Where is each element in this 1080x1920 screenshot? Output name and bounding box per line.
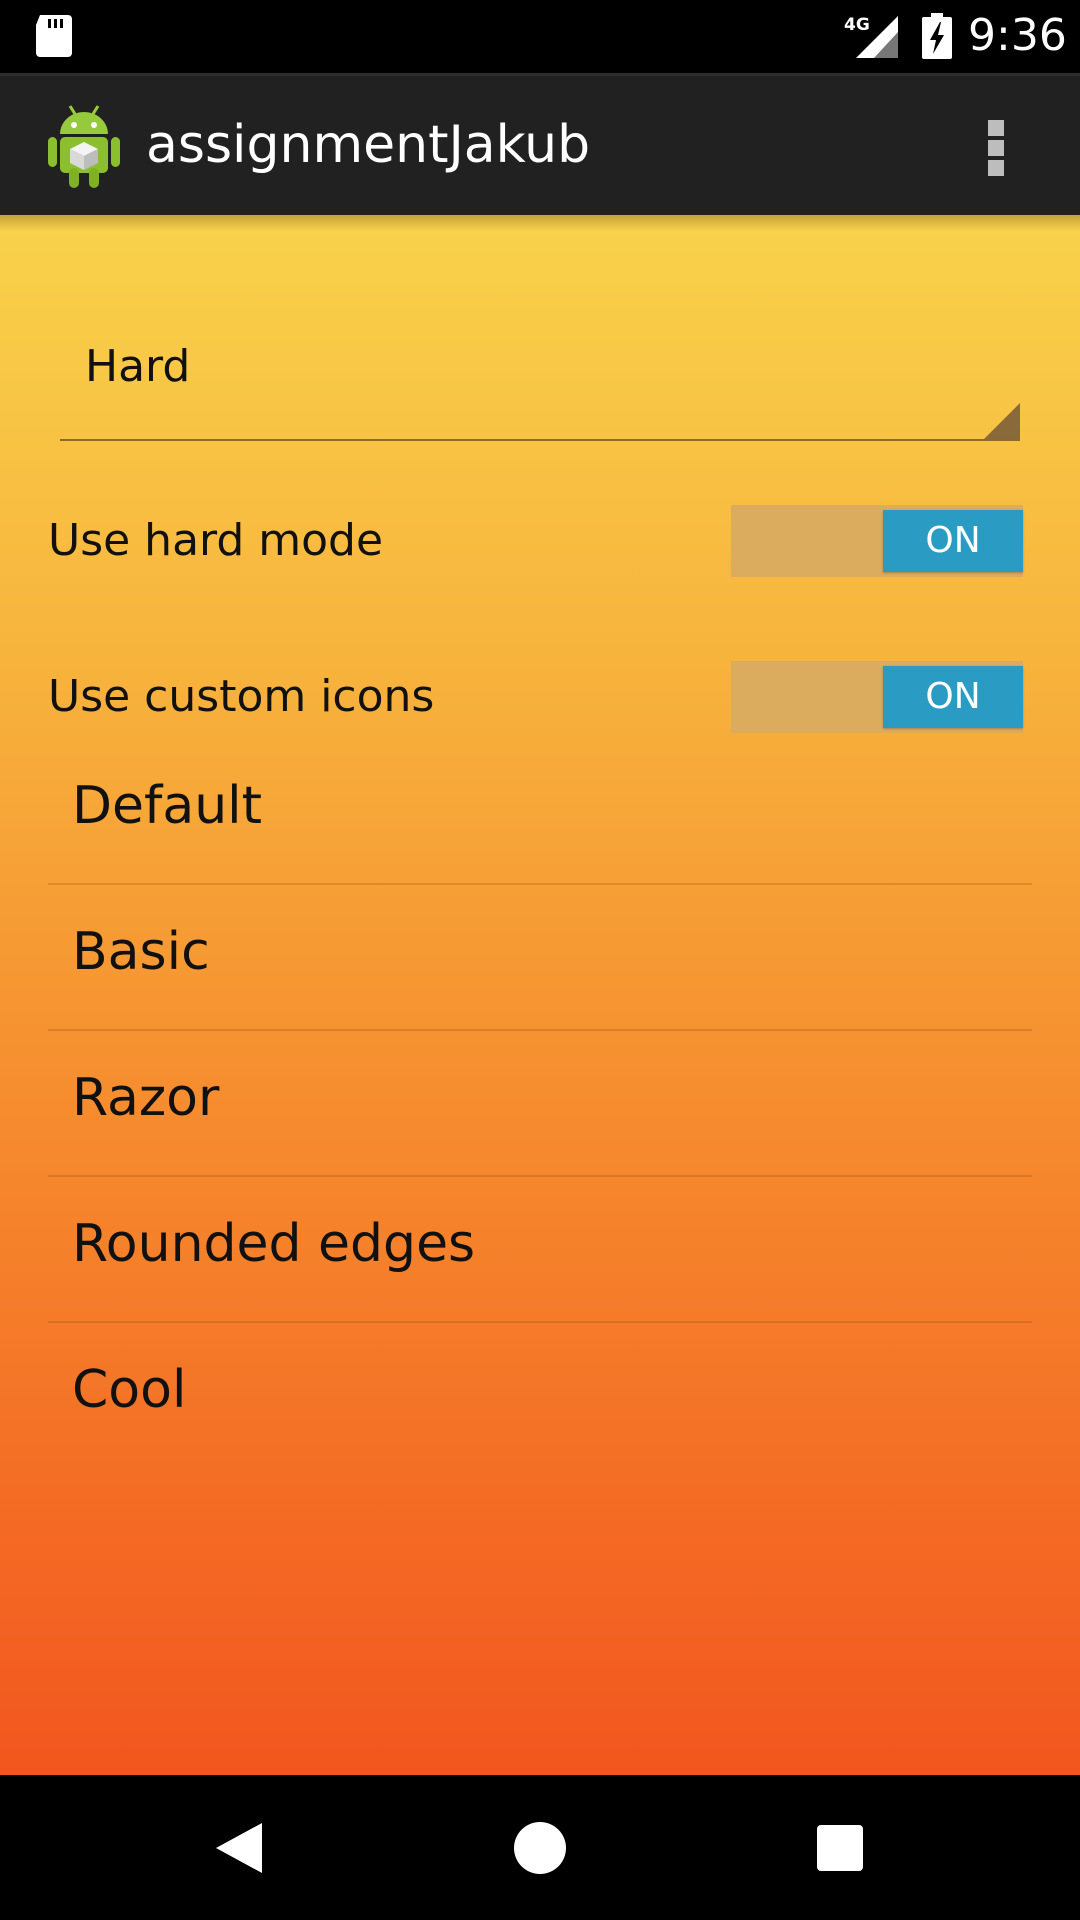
custom-icons-switch[interactable]: ON xyxy=(731,661,1023,733)
hard-mode-switch[interactable]: ON xyxy=(731,505,1023,577)
status-bar: 4G 9:36 xyxy=(0,0,1080,73)
list-item[interactable]: Rounded edges xyxy=(48,1177,1032,1323)
list-item-label: Cool xyxy=(72,1360,187,1420)
list-item-label: Basic xyxy=(72,922,210,982)
back-icon[interactable] xyxy=(214,1821,264,1875)
signal-icon: 4G xyxy=(844,14,900,58)
status-time: 9:36 xyxy=(968,10,1067,61)
list-item[interactable]: Cool xyxy=(48,1323,1032,1469)
hard-mode-row: Use hard mode ON xyxy=(0,505,1080,577)
icon-style-list: Default Basic Razor Rounded edges Cool xyxy=(48,739,1032,1469)
network-type-label: 4G xyxy=(844,15,870,35)
settings-content: Hard Use hard mode ON Use custom icons O… xyxy=(0,215,1080,1775)
android-logo-icon xyxy=(48,105,120,188)
overflow-menu-icon xyxy=(988,120,1004,136)
list-item-label: Razor xyxy=(72,1068,220,1128)
action-bar-shadow xyxy=(0,215,1080,231)
overflow-menu-icon-dot xyxy=(988,160,1004,176)
difficulty-spinner[interactable]: Hard xyxy=(60,307,1020,441)
recents-icon[interactable] xyxy=(817,1825,863,1871)
hard-mode-switch-thumb: ON xyxy=(883,510,1023,572)
custom-icons-switch-thumb: ON xyxy=(883,666,1023,728)
sd-card-icon xyxy=(36,15,72,57)
list-item-label: Default xyxy=(72,776,262,836)
navigation-bar xyxy=(0,1775,1080,1920)
spinner-underline xyxy=(60,439,1020,441)
list-item[interactable]: Razor xyxy=(48,1031,1032,1177)
app-title: assignmentJakub xyxy=(146,115,591,175)
overflow-menu-icon-dot xyxy=(988,140,1004,156)
custom-icons-row: Use custom icons ON xyxy=(0,661,1080,733)
spinner-dropdown-icon xyxy=(984,403,1020,439)
battery-charging-icon xyxy=(922,13,952,59)
list-item[interactable]: Basic xyxy=(48,885,1032,1031)
list-item-label: Rounded edges xyxy=(72,1214,476,1274)
custom-icons-label: Use custom icons xyxy=(48,671,435,722)
hard-mode-label: Use hard mode xyxy=(48,515,384,566)
action-bar: assignmentJakub xyxy=(0,73,1080,215)
list-item[interactable]: Default xyxy=(48,739,1032,885)
app-screen: 4G 9:36 assignmentJakub Hard Use hard mo… xyxy=(0,0,1080,1920)
overflow-menu-button[interactable] xyxy=(970,104,1022,190)
home-icon[interactable] xyxy=(514,1822,566,1874)
spinner-selected-value: Hard xyxy=(85,341,191,392)
